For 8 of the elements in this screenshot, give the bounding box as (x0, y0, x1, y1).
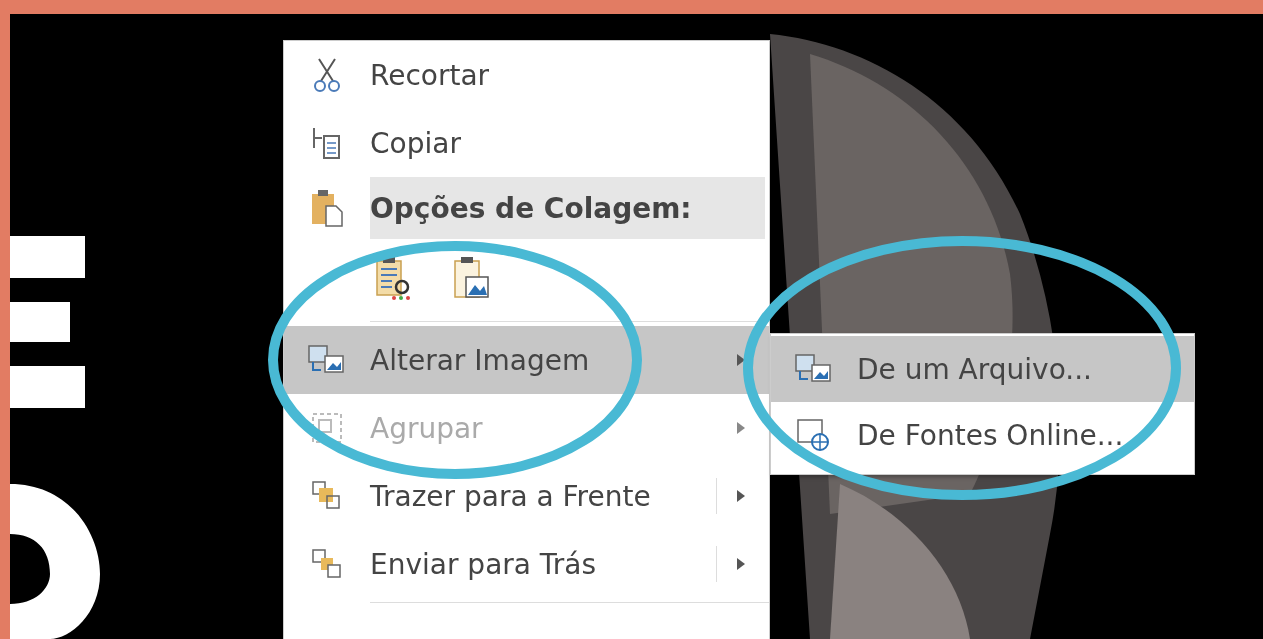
menu-item[interactable]: Recortar (284, 41, 769, 109)
menu-item[interactable]: Copiar (284, 109, 769, 177)
menu-item[interactable]: De um Arquivo... (771, 336, 1194, 402)
menu-item[interactable]: Trazer para a Frente (284, 462, 769, 530)
menu-item[interactable]: Alterar Imagem (284, 326, 769, 394)
section-header: Opções de Colagem: (370, 177, 765, 239)
menu-item[interactable]: De Fontes Online... (771, 402, 1194, 468)
menu-item[interactable]: Enviar para Trás (284, 530, 769, 598)
